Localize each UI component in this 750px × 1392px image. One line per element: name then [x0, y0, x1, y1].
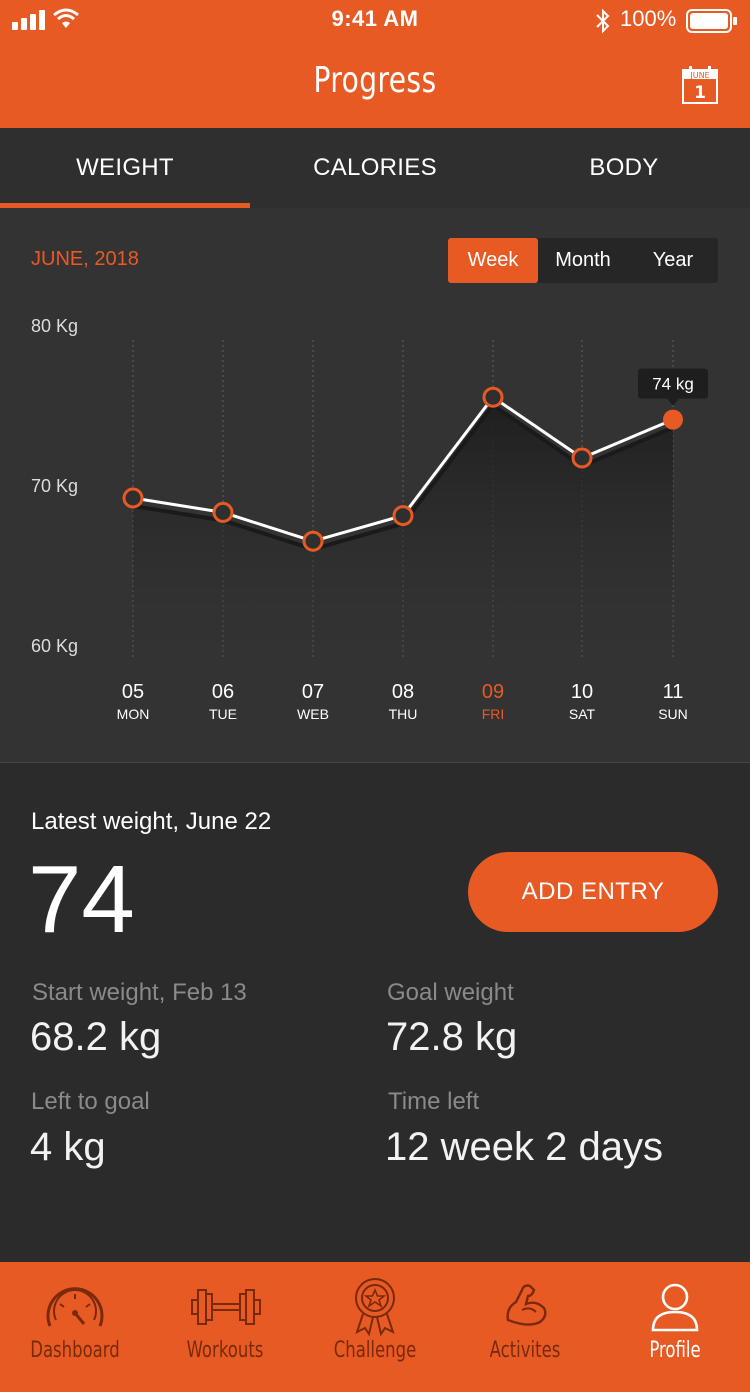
nav-activites[interactable]: Activites: [450, 1262, 600, 1392]
nav-activites-label: Activites: [489, 1338, 561, 1363]
nav-workouts-label: Workouts: [186, 1338, 264, 1363]
user-icon: [651, 1283, 699, 1332]
dumbbell-icon: [191, 1289, 261, 1325]
bottom-nav: Dashboard Workouts Challenge Activites P…: [0, 1262, 750, 1392]
battery-percent: 100%: [620, 6, 677, 31]
data-point-09: [482, 386, 504, 408]
x-tick-day: 10: [571, 681, 593, 703]
calendar-month: JUNE: [689, 71, 709, 80]
latest-weight-label: Latest weight, June 22: [31, 808, 272, 835]
y-tick-label: 60 Kg: [31, 636, 78, 656]
data-point-10: [571, 447, 593, 469]
x-tick-day: 06: [212, 681, 234, 703]
data-point-06: [212, 501, 234, 523]
x-tick-weekday: MON: [117, 706, 150, 722]
left-to-goal-label: Left to goal: [31, 1088, 150, 1115]
tab-weight[interactable]: WEIGHT: [0, 128, 250, 208]
nav-profile-label: Profile: [649, 1338, 701, 1363]
top-bar: 9:41 AM 100% Progress JUNE 1: [0, 0, 750, 128]
goal-weight-value: 72.8 kg: [386, 1015, 518, 1059]
x-tick-day: 07: [302, 681, 324, 703]
tooltip-label: 74 kg: [652, 375, 694, 394]
add-entry-button[interactable]: ADD ENTRY: [468, 852, 718, 932]
x-tick-weekday: FRI: [482, 706, 505, 722]
weight-chart-panel: 80 Kg 70 Kg 60 Kg 05 MON 06 TUE 07 WEB 08 THU 09 FR…: [0, 208, 750, 763]
nav-dashboard[interactable]: Dashboard: [0, 1262, 150, 1392]
x-tick-weekday: SUN: [658, 706, 688, 722]
tab-bar: WEIGHT CALORIES BODY: [0, 128, 750, 209]
nav-challenge-label: Challenge: [333, 1338, 417, 1363]
flexed-arm-icon: [506, 1284, 547, 1326]
page-title: Progress: [313, 60, 437, 101]
data-point-07: [302, 530, 324, 552]
tooltip-arrow: [667, 398, 679, 406]
nav-challenge[interactable]: Challenge: [300, 1262, 450, 1392]
nav-workouts[interactable]: Workouts: [150, 1262, 300, 1392]
status-bar: 9:41 AM 100%: [0, 0, 750, 40]
y-tick-label: 80 Kg: [31, 316, 78, 336]
tab-calories[interactable]: CALORIES: [250, 128, 500, 208]
range-year-button[interactable]: Year: [628, 238, 718, 283]
bluetooth-icon: [596, 8, 610, 34]
goal-weight-label: Goal weight: [387, 979, 514, 1006]
data-point-08: [392, 505, 414, 527]
speedometer-icon: [46, 1287, 104, 1327]
chart-area-fill: [133, 405, 673, 658]
weight-chart: 80 Kg 70 Kg 60 Kg 05 MON 06 TUE 07 WEB 08 THU 09 FR…: [31, 316, 708, 722]
x-tick-day: 05: [122, 681, 144, 703]
x-tick-weekday: TUE: [209, 706, 237, 722]
x-tick-day: 11: [663, 681, 684, 703]
latest-weight-value: 74: [28, 846, 135, 953]
chart-month-label: JUNE, 2018: [31, 248, 139, 270]
time-left-label: Time left: [388, 1088, 480, 1115]
x-tick-weekday: SAT: [569, 706, 596, 722]
x-tick-weekday: THU: [389, 706, 418, 722]
range-month-button[interactable]: Month: [538, 238, 628, 283]
x-tick-day: 09: [482, 681, 504, 703]
y-tick-label: 70 Kg: [31, 476, 78, 496]
battery-icon: [686, 9, 737, 33]
calendar-day: 1: [694, 83, 706, 103]
x-tick-weekday: WEB: [297, 706, 329, 722]
time-left-value: 12 week 2 days: [385, 1125, 663, 1169]
data-point-05: [122, 487, 144, 509]
data-point-11: [663, 409, 683, 430]
start-weight-value: 68.2 kg: [30, 1015, 162, 1059]
left-to-goal-value: 4 kg: [30, 1125, 106, 1169]
calendar-icon[interactable]: JUNE 1: [682, 66, 718, 104]
tab-body[interactable]: BODY: [499, 128, 749, 208]
nav-profile[interactable]: Profile: [600, 1262, 750, 1392]
medal-icon: [355, 1278, 395, 1336]
x-tick-day: 08: [392, 681, 414, 703]
latest-weight-panel: Latest weight, June 22 74 ADD ENTRY Star…: [0, 763, 750, 1262]
nav-dashboard-label: Dashboard: [30, 1338, 120, 1363]
range-week-button[interactable]: Week: [448, 238, 538, 283]
start-weight-label: Start weight, Feb 13: [32, 979, 247, 1006]
range-toggle: Week Month Year: [448, 238, 718, 283]
